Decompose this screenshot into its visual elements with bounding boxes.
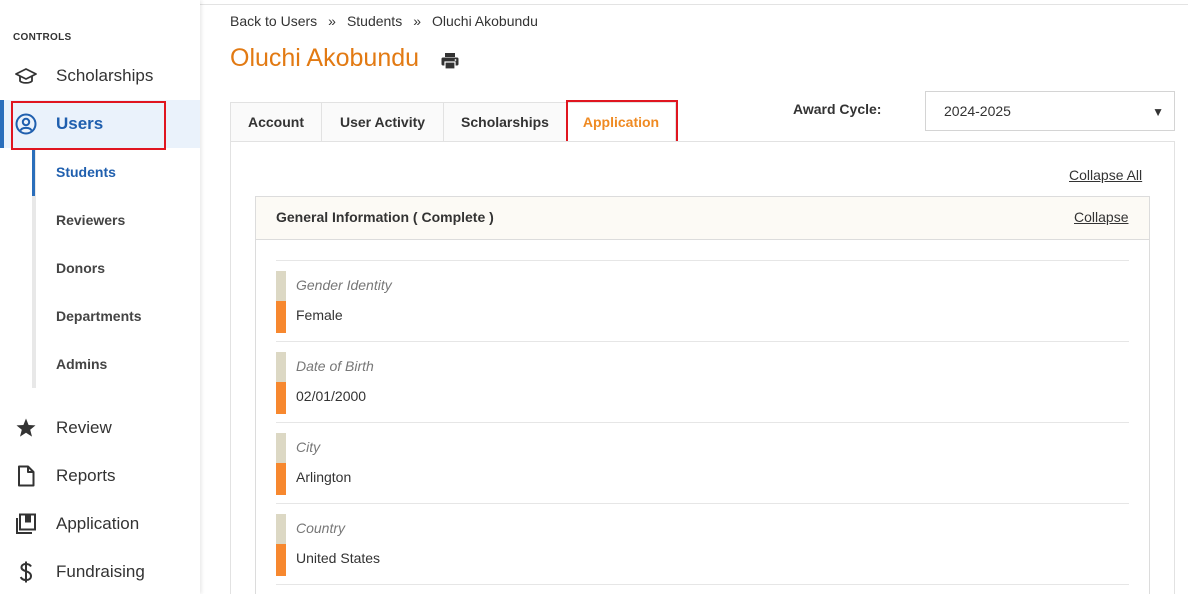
field-label: Gender Identity bbox=[296, 277, 392, 293]
highlight-box-application-tab bbox=[566, 100, 678, 143]
field-value: 02/01/2000 bbox=[296, 388, 367, 404]
field-marker-top bbox=[276, 352, 286, 382]
field-country: Country United States bbox=[276, 503, 1129, 584]
sidebar-subitem-students[interactable]: Students bbox=[36, 148, 200, 196]
field-marker-bottom bbox=[276, 463, 286, 495]
field-marker-bottom bbox=[276, 301, 286, 333]
field-marker-bottom bbox=[276, 544, 286, 576]
breadcrumb: Back to Users » Students » Oluchi Akobun… bbox=[230, 13, 538, 29]
sidebar-item-label: Fundraising bbox=[56, 562, 145, 581]
award-cycle-label: Award Cycle: bbox=[793, 101, 882, 117]
collapse-section-link[interactable]: Collapse bbox=[1074, 209, 1128, 225]
controls-heading: CONTROLS bbox=[13, 32, 72, 43]
field-city: City Arlington bbox=[276, 422, 1129, 503]
chevron-down-icon: ▼ bbox=[1152, 105, 1164, 119]
field-label: Country bbox=[296, 520, 346, 536]
field-marker-top bbox=[276, 271, 286, 301]
breadcrumb-back-to-users[interactable]: Back to Users bbox=[230, 13, 317, 29]
highlight-box-users bbox=[11, 101, 166, 150]
sidebar: CONTROLS Scholarships Users Students Rev… bbox=[0, 0, 200, 594]
sidebar-subitem-reviewers[interactable]: Reviewers bbox=[36, 196, 200, 244]
star-icon bbox=[14, 416, 38, 440]
sidebar-subitem-departments[interactable]: Departments bbox=[36, 292, 200, 340]
tab-scholarships[interactable]: Scholarships bbox=[443, 102, 566, 142]
sidebar-item-label: Scholarships bbox=[56, 66, 154, 85]
breadcrumb-separator: » bbox=[413, 13, 421, 29]
field-date-of-birth: Date of Birth 02/01/2000 bbox=[276, 341, 1129, 422]
sidebar-item-label: Reports bbox=[56, 466, 116, 485]
breadcrumb-current: Oluchi Akobundu bbox=[432, 13, 538, 29]
dollar-icon bbox=[14, 560, 38, 584]
award-cycle-select[interactable]: 2024-2025 ▼ bbox=[925, 91, 1175, 131]
field-marker-bottom bbox=[276, 382, 286, 414]
top-divider bbox=[200, 4, 1188, 5]
sidebar-subitem-donors[interactable]: Donors bbox=[36, 244, 200, 292]
field-label: Date of Birth bbox=[296, 358, 374, 374]
tab-user-activity[interactable]: User Activity bbox=[321, 102, 443, 142]
breadcrumb-students[interactable]: Students bbox=[347, 13, 402, 29]
field-marker-top bbox=[276, 433, 286, 463]
sidebar-item-label: Review bbox=[56, 418, 112, 437]
section-title: General Information ( Complete ) bbox=[276, 209, 494, 225]
sidebar-item-application[interactable]: Application bbox=[0, 500, 200, 548]
document-icon bbox=[14, 464, 38, 488]
sidebar-subitem-admins[interactable]: Admins bbox=[36, 340, 200, 388]
tab-account[interactable]: Account bbox=[230, 102, 321, 142]
sidebar-item-fundraising[interactable]: Fundraising bbox=[0, 548, 200, 594]
field-divider bbox=[276, 584, 1129, 585]
print-icon[interactable] bbox=[440, 52, 460, 70]
field-value: Arlington bbox=[296, 469, 352, 485]
sidebar-item-label: Application bbox=[56, 514, 140, 533]
submenu-active-indicator bbox=[32, 148, 35, 196]
collapse-all-link[interactable]: Collapse All bbox=[1069, 167, 1142, 183]
breadcrumb-separator: » bbox=[328, 13, 336, 29]
sidebar-item-scholarships[interactable]: Scholarships bbox=[0, 52, 200, 100]
sidebar-item-reports[interactable]: Reports bbox=[0, 452, 200, 500]
award-cycle-value: 2024-2025 bbox=[944, 103, 1011, 119]
field-value: United States bbox=[296, 550, 381, 566]
sidebar-item-review[interactable]: Review bbox=[0, 404, 200, 452]
page-title: Oluchi Akobundu bbox=[230, 44, 420, 72]
graduation-cap-icon bbox=[14, 64, 38, 88]
field-value: Female bbox=[296, 307, 343, 323]
book-icon bbox=[14, 512, 38, 536]
field-label: City bbox=[296, 439, 321, 455]
field-marker-top bbox=[276, 514, 286, 544]
field-gender-identity: Gender Identity Female bbox=[276, 260, 1129, 341]
